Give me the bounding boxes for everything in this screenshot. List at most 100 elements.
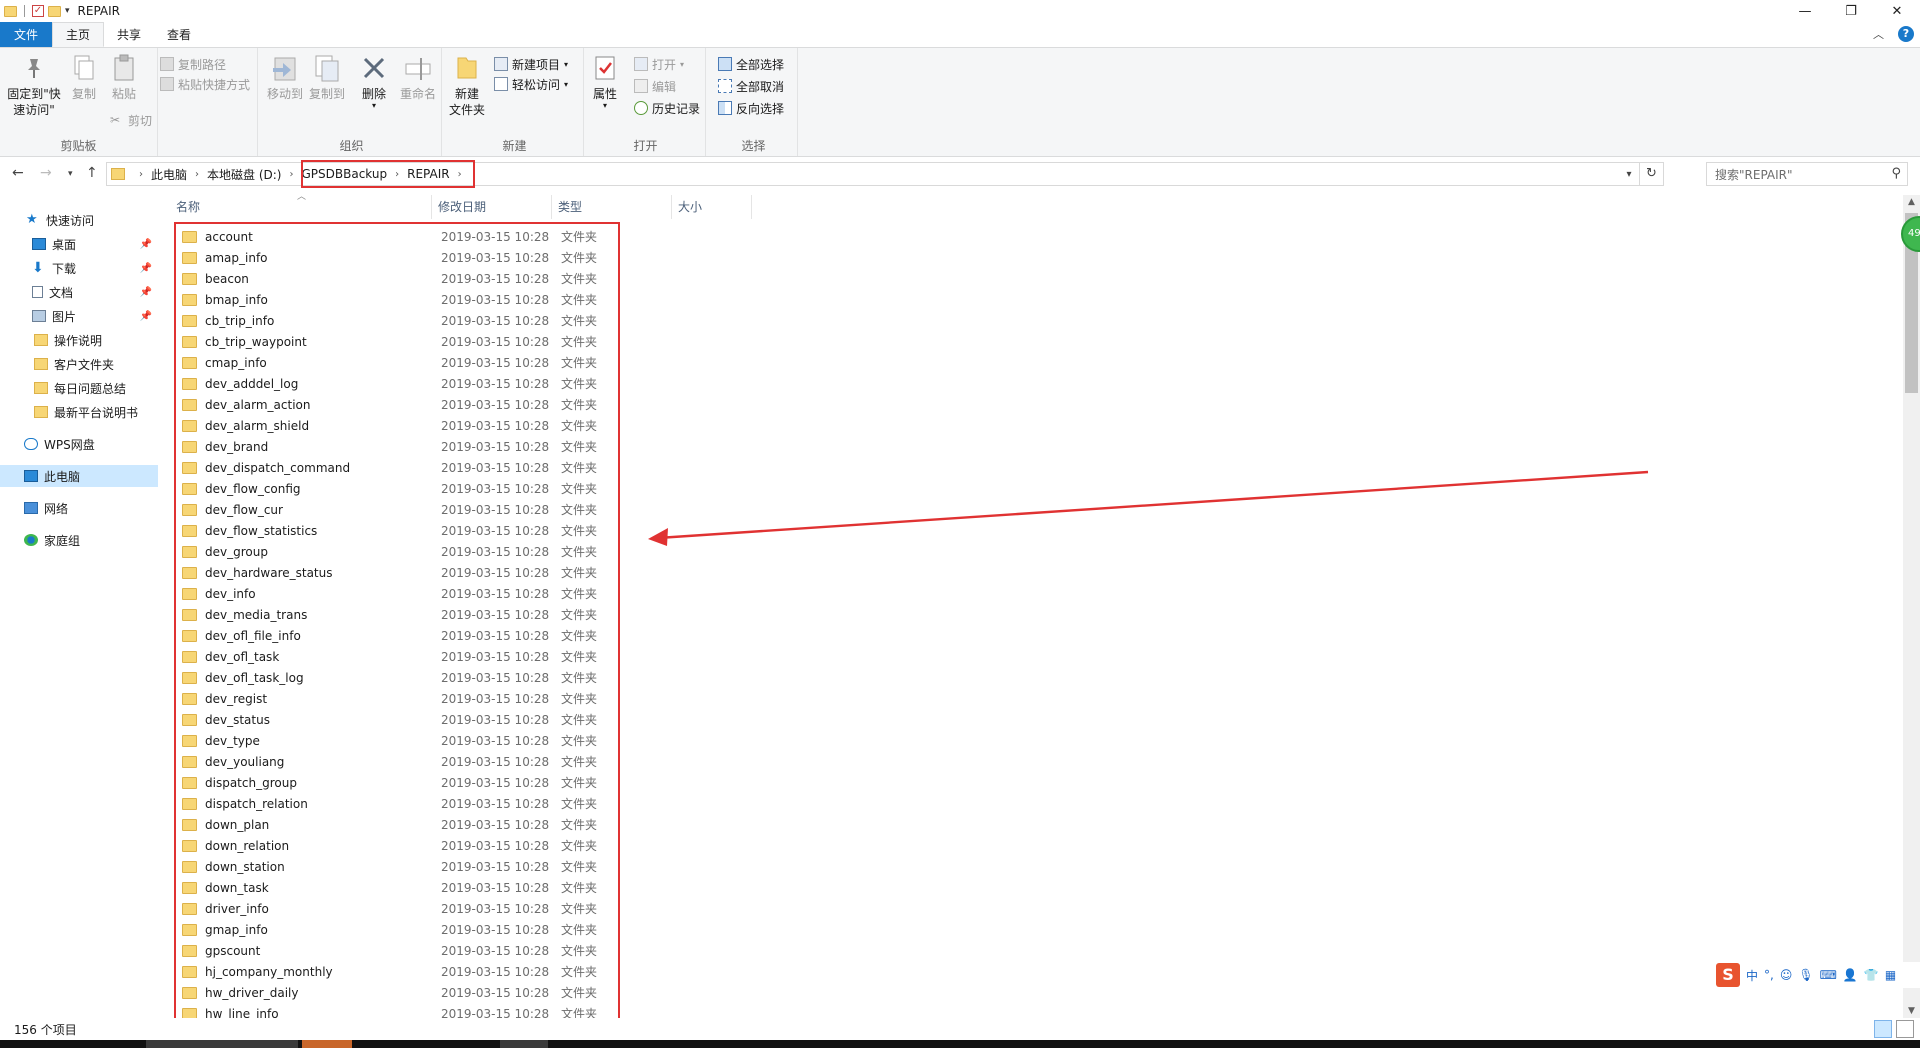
- ime-mode-toggle[interactable]: 中: [1746, 967, 1758, 984]
- customize-qat-dropdown-icon[interactable]: ▾: [65, 6, 70, 16]
- easy-access-icon: [494, 77, 508, 91]
- vertical-scrollbar[interactable]: ▲ ▼: [1903, 195, 1920, 1018]
- pin-icon[interactable]: 📌: [140, 239, 152, 250]
- properties-button[interactable]: 属性 ▾: [590, 52, 620, 110]
- restore-button[interactable]: ❐: [1828, 0, 1874, 22]
- folder-icon: [4, 5, 17, 17]
- nav-pictures[interactable]: 图片 📌: [0, 305, 158, 327]
- help-icon[interactable]: ?: [1898, 26, 1914, 42]
- column-date-modified[interactable]: 修改日期: [432, 195, 552, 219]
- new-group: 新建 文件夹 新建项目 ▾ 轻松访问 ▾ 新建: [446, 48, 584, 156]
- new-item-icon: [494, 57, 508, 71]
- pin-icon[interactable]: 📌: [140, 311, 152, 322]
- nav-folder-customers[interactable]: 客户文件夹: [0, 353, 158, 375]
- back-arrow-icon[interactable]: ←: [12, 165, 24, 181]
- refresh-icon[interactable]: ↻: [1639, 163, 1663, 185]
- select-all-button[interactable]: 全部选择: [718, 54, 784, 74]
- move-to-button[interactable]: 移动到: [266, 52, 304, 102]
- column-type[interactable]: 类型: [552, 195, 672, 219]
- microphone-icon[interactable]: 🎙: [1798, 968, 1813, 982]
- download-icon: ⬇: [32, 260, 44, 276]
- new-item-button[interactable]: 新建项目 ▾: [494, 54, 568, 74]
- select-all-icon: [718, 57, 732, 71]
- details-view-icon[interactable]: [1874, 1020, 1892, 1038]
- nav-homegroup[interactable]: 家庭组: [0, 529, 158, 551]
- history-button[interactable]: 历史记录: [634, 98, 700, 118]
- collapse-ribbon-icon[interactable]: ︿: [1873, 26, 1884, 42]
- address-row: ← → ▾ ↑ › 此电脑 › 本地磁盘 (D:) › GPSDBBackup …: [0, 157, 1920, 191]
- tab-view[interactable]: 查看: [154, 22, 204, 47]
- select-group: 全部选择 全部取消 反向选择 选择: [710, 48, 798, 156]
- scroll-down-icon[interactable]: ▼: [1903, 1006, 1920, 1016]
- nav-downloads[interactable]: ⬇ 下载 📌: [0, 257, 158, 279]
- tab-share[interactable]: 共享: [104, 22, 154, 47]
- nav-folder-platform-manual[interactable]: 最新平台说明书: [0, 401, 158, 423]
- select-group-label: 选择: [741, 139, 766, 153]
- ime-punctuation-toggle[interactable]: °,: [1764, 968, 1774, 982]
- rename-icon: [402, 52, 434, 84]
- delete-icon: [358, 52, 390, 84]
- pin-icon[interactable]: 📌: [140, 287, 152, 298]
- tab-file[interactable]: 文件: [0, 22, 53, 47]
- new-folder-button[interactable]: 新建 文件夹: [448, 52, 486, 118]
- delete-button[interactable]: 删除 ▾: [358, 52, 390, 110]
- skin-icon[interactable]: 👕: [1864, 968, 1879, 982]
- new-item-dropdown-icon[interactable]: ▾: [564, 60, 568, 69]
- copy-icon: [68, 52, 100, 84]
- easy-access-dropdown-icon[interactable]: ▾: [564, 80, 568, 89]
- keyboard-icon[interactable]: ⌨: [1820, 968, 1837, 982]
- folder-icon: [34, 406, 48, 418]
- up-arrow-icon[interactable]: ↑: [86, 165, 98, 181]
- column-name[interactable]: 名称: [170, 195, 432, 219]
- clipboard-group-label: 剪贴板: [60, 139, 97, 153]
- address-dropdown-icon[interactable]: ▾: [1619, 169, 1639, 180]
- copy-button[interactable]: 复制: [68, 52, 100, 102]
- cut-button[interactable]: ✂ 剪切: [110, 110, 152, 130]
- highlight-box-path: [301, 160, 475, 188]
- breadcrumb-local-disk[interactable]: 本地磁盘 (D:): [207, 166, 281, 183]
- scroll-up-icon[interactable]: ▲: [1903, 197, 1920, 207]
- rename-button[interactable]: 重命名: [398, 52, 438, 102]
- nav-folder-daily-issues[interactable]: 每日问题总结: [0, 377, 158, 399]
- sogou-logo-icon[interactable]: S: [1716, 963, 1740, 987]
- taskbar: [0, 1040, 1920, 1048]
- nav-desktop[interactable]: 桌面 📌: [0, 233, 158, 255]
- toolbox-icon[interactable]: ▦: [1885, 968, 1896, 982]
- search-icon[interactable]: ⚲: [1891, 166, 1901, 181]
- new-folder-icon[interactable]: [48, 5, 61, 17]
- breadcrumb-this-pc[interactable]: 此电脑: [151, 166, 187, 183]
- invert-selection-button[interactable]: 反向选择: [718, 98, 784, 118]
- large-icons-view-icon[interactable]: [1896, 1020, 1914, 1038]
- nav-quick-access[interactable]: ★ 快速访问: [0, 209, 158, 231]
- close-button[interactable]: ✕: [1874, 0, 1920, 22]
- properties-icon[interactable]: ✓: [32, 5, 44, 17]
- easy-access-button[interactable]: 轻松访问 ▾: [494, 74, 568, 94]
- nav-folder-instructions[interactable]: 操作说明: [0, 329, 158, 351]
- open-group: 属性 ▾ 打开 ▾ 编辑 历史记录 打开: [586, 48, 706, 156]
- delete-dropdown-icon[interactable]: ▾: [372, 102, 376, 110]
- user-icon[interactable]: 👤: [1843, 968, 1858, 982]
- search-input[interactable]: 搜索"REPAIR" ⚲: [1706, 162, 1908, 186]
- recent-locations-icon[interactable]: ▾: [68, 169, 73, 179]
- paste-button[interactable]: 粘贴: [108, 52, 140, 102]
- edit-button[interactable]: 编辑: [634, 76, 676, 96]
- computer-icon: [24, 470, 38, 482]
- forward-arrow-icon[interactable]: →: [40, 165, 52, 181]
- nav-network[interactable]: 网络: [0, 497, 158, 519]
- open-button[interactable]: 打开 ▾: [634, 54, 684, 74]
- pin-quick-access-button[interactable]: 固定到"快 速访问": [4, 52, 64, 118]
- properties-dropdown-icon[interactable]: ▾: [603, 102, 607, 110]
- open-dropdown-icon[interactable]: ▾: [680, 60, 684, 69]
- nav-documents[interactable]: 文档 📌: [0, 281, 158, 303]
- nav-wps-cloud[interactable]: WPS网盘: [0, 433, 158, 455]
- copy-to-button[interactable]: 复制到: [308, 52, 346, 102]
- minimize-button[interactable]: —: [1782, 0, 1828, 22]
- emoji-icon[interactable]: ☺: [1780, 968, 1793, 982]
- column-size[interactable]: 大小: [672, 195, 752, 219]
- tab-home[interactable]: 主页: [52, 22, 105, 47]
- select-none-button[interactable]: 全部取消: [718, 76, 784, 96]
- move-to-icon: [269, 52, 301, 84]
- scissors-icon: ✂: [110, 113, 121, 127]
- pin-icon[interactable]: 📌: [140, 263, 152, 274]
- nav-this-pc[interactable]: 此电脑: [0, 465, 158, 487]
